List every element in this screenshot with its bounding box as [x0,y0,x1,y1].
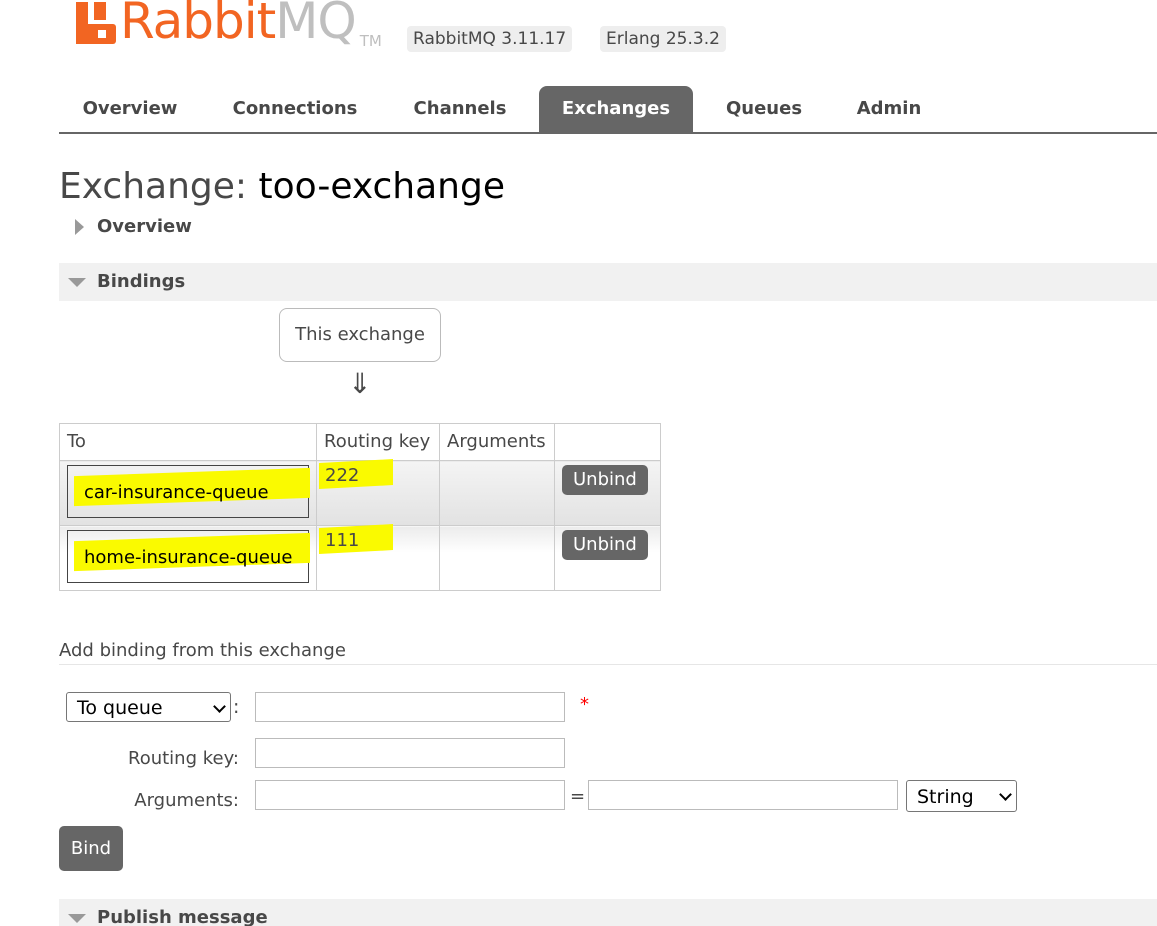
routing-key-input[interactable] [255,738,565,768]
actions-cell: Unbind [554,525,661,591]
section-bindings-toggle[interactable]: Bindings [59,263,1157,301]
main-nav-tabs: Overview Connections Channels Exchanges … [59,86,1157,134]
actions-cell: Unbind [554,460,661,526]
arguments-cell [439,525,555,591]
required-indicator: * [580,694,589,715]
tab-channels[interactable]: Channels [399,86,521,132]
tab-admin[interactable]: Admin [839,86,939,132]
column-header-to: To [59,423,317,461]
collapse-triangle-icon [68,914,86,923]
this-exchange-box: This exchange [279,308,441,362]
rabbitmq-logo[interactable]: RabbitMQ TM [76,0,382,50]
argument-value-input[interactable] [588,780,898,810]
queue-link[interactable]: car-insurance-queue [84,482,269,503]
tab-exchanges[interactable]: Exchanges [539,86,693,132]
unbind-button[interactable]: Unbind [562,530,648,560]
expand-triangle-icon [75,219,84,235]
tab-connections[interactable]: Connections [219,86,371,132]
erlang-version-badge: Erlang 25.3.2 [600,26,726,52]
routing-key-value: 111 [325,530,360,551]
arguments-cell [439,460,555,526]
column-header-arguments: Arguments [439,423,555,461]
routing-key-label: Routing key: [128,748,239,769]
exchange-name: too-exchange [258,166,506,207]
rabbitmq-version-badge: RabbitMQ 3.11.17 [407,26,573,52]
bindings-table: To Routing key Arguments car-insurance-q… [59,423,661,591]
unbind-button[interactable]: Unbind [562,465,648,495]
chevron-down-icon [999,788,1012,801]
add-binding-heading: Add binding from this exchange [59,640,1157,665]
routing-key-value: 222 [325,465,360,486]
page-title: Exchange: too-exchange [59,162,505,212]
routing-key-cell: 222 [316,459,440,526]
chevron-down-icon [213,700,226,713]
trademark-mark: TM [359,32,382,50]
destination-name-input[interactable] [255,692,565,722]
table-row: car-insurance-queue 222 Unbind [59,459,661,526]
tab-queues[interactable]: Queues [715,86,813,132]
down-arrow-icon: ⇓ [348,367,372,400]
queue-link-box[interactable]: home-insurance-queue [67,530,310,583]
column-header-actions [554,423,661,461]
routing-key-cell: 111 [316,524,440,591]
title-prefix: Exchange: [59,166,248,207]
destination-type-value: To queue [77,697,163,719]
collapse-triangle-icon [68,278,86,287]
arguments-label: Arguments: [134,790,239,811]
column-header-routing-key: Routing key [316,423,440,461]
equals-sign: = [570,786,586,807]
binding-destination-cell: car-insurance-queue [59,460,317,526]
queue-link-box[interactable]: car-insurance-queue [67,465,310,518]
tab-overview[interactable]: Overview [59,86,201,132]
rabbitmq-management-page: RabbitMQ TM RabbitMQ 3.11.17 Erlang 25.3… [0,0,1157,926]
queue-link[interactable]: home-insurance-queue [84,547,292,568]
section-overview-label: Overview [97,216,192,237]
section-publish-label: Publish message [97,907,268,926]
argument-type-select[interactable]: String [906,780,1017,812]
bind-button[interactable]: Bind [59,826,123,871]
table-row: home-insurance-queue 111 Unbind [59,524,661,591]
rabbit-logo-icon [76,2,118,48]
destination-type-select[interactable]: To queue [66,692,231,722]
section-overview-toggle[interactable]: Overview [59,208,1157,246]
binding-destination-cell: home-insurance-queue [59,525,317,591]
argument-type-value: String [917,786,974,808]
destination-colon: : [233,696,240,718]
argument-key-input[interactable] [255,780,565,810]
section-bindings-label: Bindings [97,271,186,292]
section-publish-toggle[interactable]: Publish message [59,899,1157,926]
logo-wordmark: RabbitMQ [120,0,357,50]
